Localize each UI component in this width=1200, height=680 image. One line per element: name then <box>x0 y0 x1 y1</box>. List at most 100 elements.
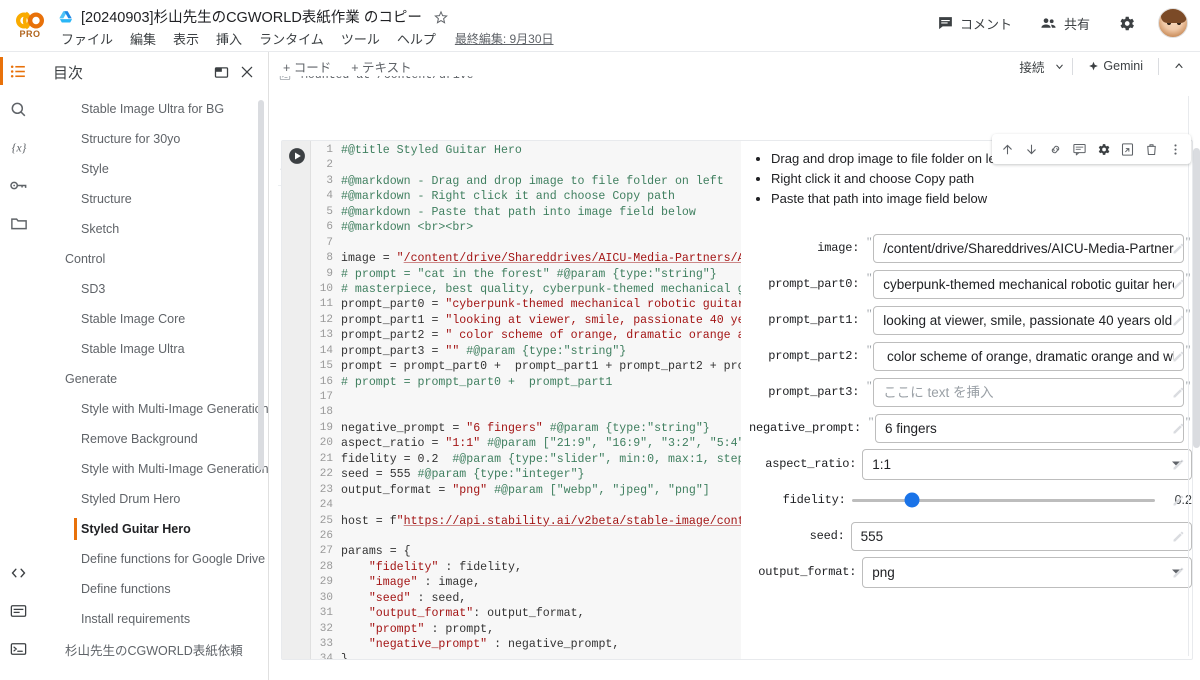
menu-view[interactable]: 表示 <box>170 28 202 49</box>
toc-item[interactable]: Stable Image Ultra <box>37 334 268 364</box>
page-title[interactable]: [20240903]杉山先生のCGWORLD表紙作業 のコピー <box>81 6 422 27</box>
toc-item[interactable]: Style with Multi-Image Generation <box>37 454 268 484</box>
code-line[interactable]: 22seed = 555 #@param {type:"integer"} <box>311 467 741 482</box>
menu-insert[interactable]: 挿入 <box>213 28 245 49</box>
code-line[interactable]: 11prompt_part0 = "cyberpunk-themed mecha… <box>311 297 741 312</box>
code-line[interactable]: 33 "negative_prompt" : negative_prompt, <box>311 637 741 652</box>
code-line[interactable]: 6#@markdown <br><br> <box>311 220 741 235</box>
menu-help[interactable]: ヘルプ <box>394 28 439 49</box>
code-line[interactable]: 31 "output_format": output_format, <box>311 606 741 621</box>
link-to-cell-icon[interactable] <box>1044 137 1067 161</box>
toc-item[interactable]: Define functions for Google Drive <box>37 544 268 574</box>
sidebar-item-command-palette[interactable] <box>0 592 37 630</box>
comment-button[interactable]: コメント <box>932 10 1017 37</box>
code-line[interactable]: 21fidelity = 0.2 #@param {type:"slider",… <box>311 452 741 467</box>
code-line[interactable]: 17 <box>311 390 741 405</box>
code-line[interactable]: 7 <box>311 236 741 251</box>
field-input-prompt_part0[interactable] <box>873 270 1184 299</box>
toc-item[interactable]: 杉山先生のCGWORLD表紙依頼 <box>37 634 268 664</box>
field-input-image[interactable] <box>873 234 1184 263</box>
field-input-prompt_part3[interactable] <box>873 378 1184 407</box>
code-line[interactable]: 12prompt_part1 = "looking at viewer, smi… <box>311 313 741 328</box>
toc-item[interactable]: Install requirements <box>37 604 268 634</box>
code-line[interactable]: 27params = { <box>311 544 741 559</box>
code-line[interactable]: 14prompt_part3 = "" #@param {type:"strin… <box>311 344 741 359</box>
code-line[interactable]: 25host = f"https://api.stability.ai/v2be… <box>311 514 741 529</box>
field-select-output_format[interactable]: png <box>862 557 1192 588</box>
sidebar-item-variables[interactable]: {x} <box>0 128 37 166</box>
toc-item[interactable]: Style with Multi-Image Generation <box>37 394 268 424</box>
add-text-cell-button[interactable]: + テキスト <box>344 54 418 79</box>
toc-item-list[interactable]: Stable Image Ultra for BGStructure for 3… <box>37 92 268 676</box>
code-line[interactable]: 5#@markdown - Paste that path into image… <box>311 205 741 220</box>
settings-button[interactable] <box>1112 10 1141 37</box>
toc-close-button[interactable] <box>234 59 260 85</box>
field-input-seed[interactable] <box>851 522 1192 551</box>
delete-cell-icon[interactable] <box>1140 137 1163 161</box>
run-cell-icon[interactable] <box>286 145 308 167</box>
toc-popout-button[interactable] <box>208 59 234 85</box>
sidebar-item-search[interactable] <box>0 90 37 128</box>
code-line[interactable]: 4#@markdown - Right click it and choose … <box>311 189 741 204</box>
code-editor-pane[interactable]: 1#@title Styled Guitar Hero23#@markdown … <box>281 140 741 660</box>
gemini-button[interactable]: Gemini <box>1080 56 1151 76</box>
code-line[interactable]: 10# masterpiece, best quality, cyberpunk… <box>311 282 741 297</box>
toc-item[interactable]: Stable Image Core <box>37 304 268 334</box>
collapse-toolbar-button[interactable] <box>1166 53 1192 79</box>
code-line[interactable]: 15prompt = prompt_part0 + prompt_part1 +… <box>311 359 741 374</box>
code-line[interactable]: 28 "fidelity" : fidelity, <box>311 560 741 575</box>
menu-edit[interactable]: 編集 <box>127 28 159 49</box>
main-scrollbar[interactable] <box>1193 148 1200 448</box>
field-input-prompt_part1[interactable] <box>873 306 1184 335</box>
toc-item[interactable]: Generate <box>37 364 268 394</box>
add-comment-icon[interactable] <box>1068 137 1091 161</box>
avatar[interactable] <box>1158 8 1188 38</box>
toc-item[interactable]: Stable Image Ultra for BG <box>37 94 268 124</box>
more-options-icon[interactable] <box>1164 137 1187 161</box>
toc-item[interactable]: Styled Drum Hero <box>37 484 268 514</box>
last-edit-label[interactable]: 最終編集: 9月30日 <box>455 30 554 47</box>
code-line[interactable]: 34} <box>311 652 741 659</box>
toc-item[interactable]: Remove Background <box>37 424 268 454</box>
field-input-prompt_part2[interactable] <box>873 342 1184 371</box>
code-line[interactable]: 29 "image" : image, <box>311 575 741 590</box>
toc-item[interactable]: Define functions <box>37 574 268 604</box>
code-line[interactable]: 9# prompt = "cat in the forest" #@param … <box>311 267 741 282</box>
sidebar-item-files[interactable] <box>0 204 37 242</box>
code-line[interactable]: 3#@markdown - Drag and drop image to fil… <box>311 174 741 189</box>
connect-button[interactable]: 接続 <box>1013 54 1050 79</box>
sidebar-item-terminal[interactable] <box>0 630 37 668</box>
share-button[interactable]: 共有 <box>1034 10 1095 37</box>
menu-file[interactable]: ファイル <box>58 28 116 49</box>
move-cell-down-icon[interactable] <box>1020 137 1043 161</box>
toc-item[interactable]: Sketch <box>37 214 268 244</box>
code-line[interactable]: 30 "seed" : seed, <box>311 591 741 606</box>
code-line[interactable]: 24 <box>311 498 741 513</box>
menu-runtime[interactable]: ランタイム <box>256 28 327 49</box>
code-line[interactable]: 16# prompt = prompt_part0 + prompt_part1 <box>311 375 741 390</box>
add-code-cell-button[interactable]: + コード <box>276 54 338 79</box>
toc-item[interactable]: Styled Guitar Hero <box>37 514 268 544</box>
sidebar-item-secrets[interactable] <box>0 166 37 204</box>
field-slider-fidelity[interactable]: 0.2 <box>852 493 1192 507</box>
toc-item[interactable]: Style <box>37 154 268 184</box>
colab-logo[interactable]: PRO <box>8 4 52 46</box>
move-cell-up-icon[interactable] <box>996 137 1019 161</box>
slider-track[interactable] <box>852 499 1155 502</box>
star-icon[interactable] <box>433 9 449 25</box>
cell-settings-gear-icon[interactable] <box>1092 137 1115 161</box>
code-line[interactable]: 20aspect_ratio = "1:1" #@param ["21:9", … <box>311 436 741 451</box>
chevron-down-icon[interactable] <box>1054 61 1065 72</box>
sidebar-item-code-snippets[interactable] <box>0 554 37 592</box>
code-line[interactable]: 8image = "/content/drive/Shareddrives/AI… <box>311 251 741 266</box>
code-line[interactable]: 32 "prompt" : prompt, <box>311 622 741 637</box>
toc-item[interactable]: SD3 <box>37 274 268 304</box>
sidebar-item-toc[interactable] <box>0 52 37 90</box>
copy-to-drive-icon[interactable] <box>1116 137 1139 161</box>
menu-tools[interactable]: ツール <box>338 28 383 49</box>
toc-item[interactable]: Structure for 30yo <box>37 124 268 154</box>
code-text[interactable]: 1#@title Styled Guitar Hero23#@markdown … <box>311 143 741 659</box>
toc-scrollbar[interactable] <box>258 100 264 470</box>
field-input-negative_prompt[interactable] <box>875 414 1184 443</box>
code-line[interactable]: 18 <box>311 405 741 420</box>
